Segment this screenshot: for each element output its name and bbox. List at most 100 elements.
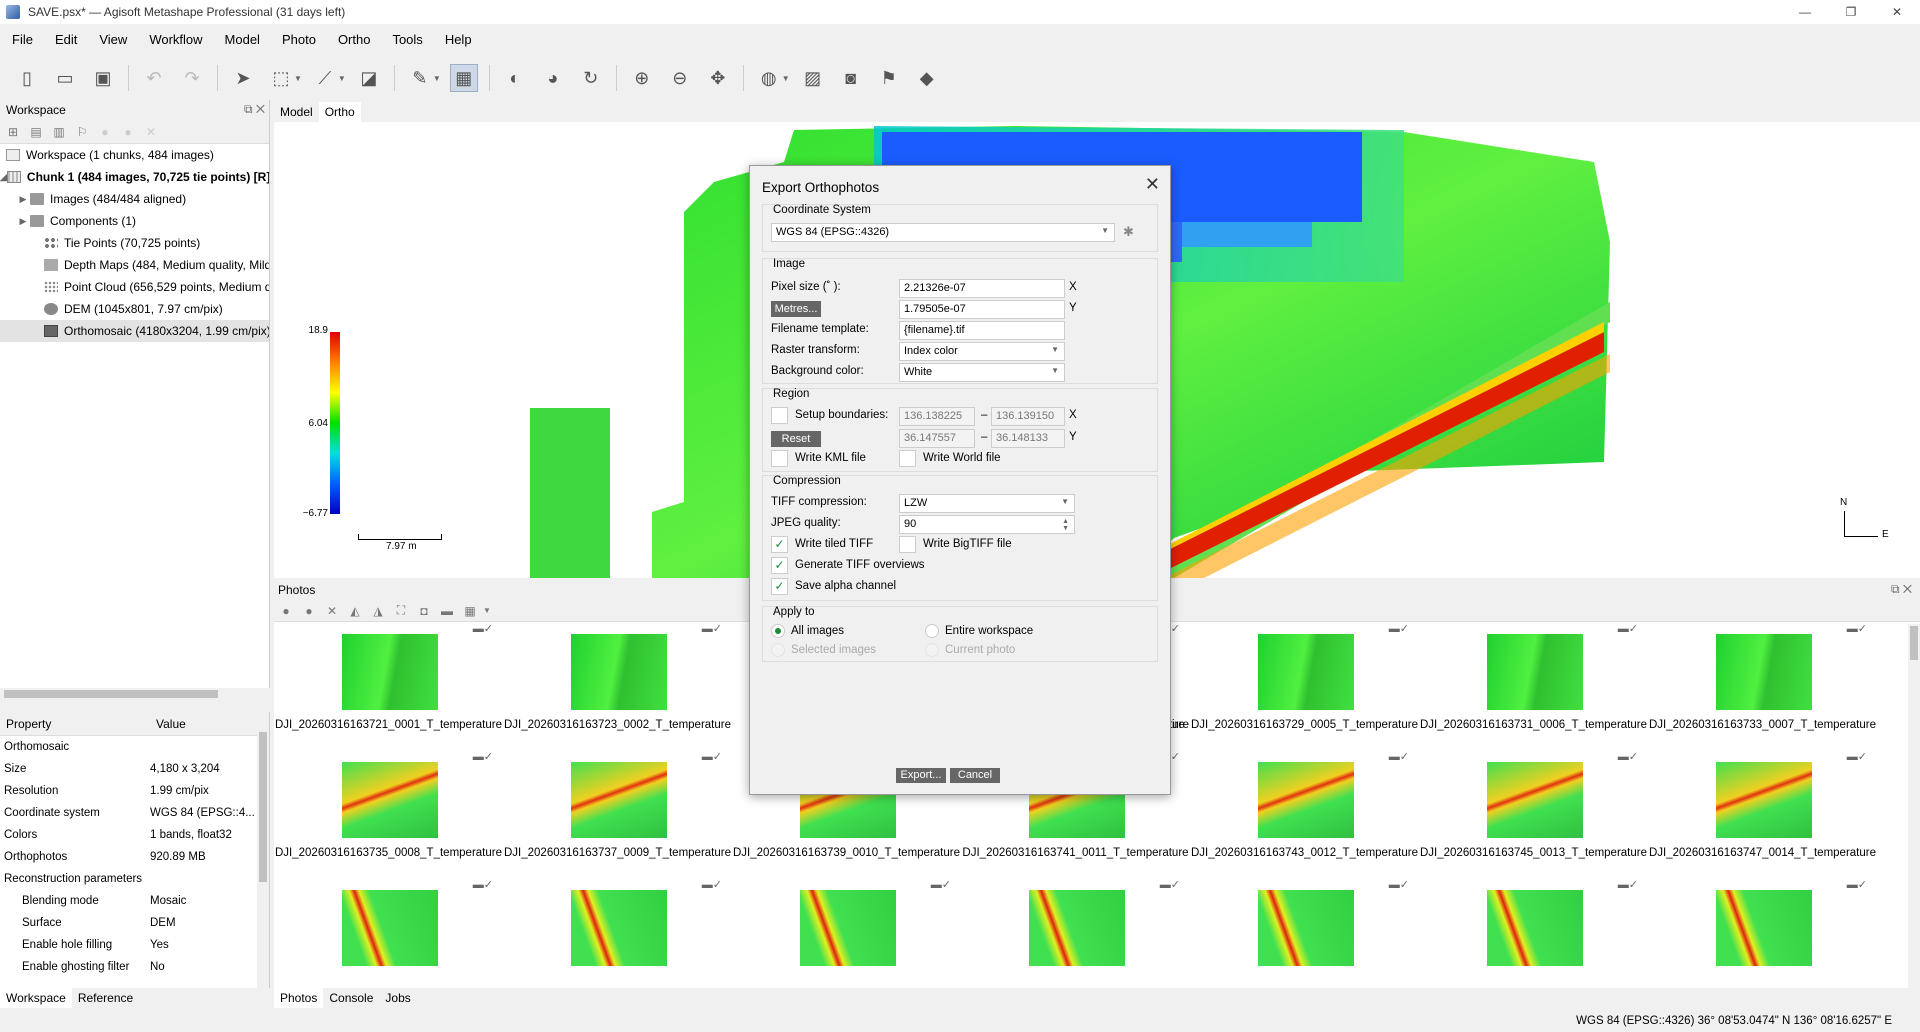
disable-icon[interactable]: ●	[119, 123, 137, 141]
scroll-thumb[interactable]	[259, 732, 267, 882]
menu-workflow[interactable]: Workflow	[149, 32, 202, 47]
photo-thumbnail[interactable]: ▬✓ DJI_20260316163737_0009_T_temperature	[503, 751, 732, 880]
boundary-y-min-input[interactable]: 36.147557	[899, 429, 975, 448]
property-row[interactable]: Orthomosaic	[0, 736, 269, 758]
remove-icon[interactable]: ✕	[142, 123, 160, 141]
panel-controls[interactable]: ⧉ ✕	[1891, 582, 1912, 597]
background-color-select[interactable]: White ▼	[899, 363, 1065, 382]
tree-item-images[interactable]: ▶ Images (484/484 aligned)	[0, 188, 269, 210]
image-quality-icon[interactable]: ▬	[439, 603, 455, 619]
export-button[interactable]: Export...	[896, 768, 946, 783]
menu-model[interactable]: Model	[225, 32, 260, 47]
redo-icon[interactable]: ↷	[178, 64, 206, 92]
photo-thumbnail[interactable]: ▬✓ DJI_20260316163723_0002_T_temperature	[503, 624, 732, 752]
enable-icon[interactable]: ●	[96, 123, 114, 141]
photo-thumbnail[interactable]: ▬✓ DJI_20260316163731_0006_T_temperature	[1419, 624, 1648, 752]
chevron-down-icon[interactable]: ▼	[338, 74, 346, 83]
expand-icon[interactable]: ▶	[16, 194, 30, 205]
new-icon[interactable]: ▯	[13, 64, 41, 92]
close-button[interactable]: ✕	[1874, 0, 1920, 24]
photo-thumbnail[interactable]: ▬✓ DJI_20260316163729_0005_T_temperature	[1190, 624, 1419, 752]
tree-item-point-cloud[interactable]: Point Cloud (656,529 points, Medium q	[0, 276, 269, 298]
chevron-down-icon[interactable]: ▼	[433, 74, 441, 83]
ruler-icon[interactable]: ⟋	[311, 64, 339, 92]
property-row[interactable]: Orthophotos 920.89 MB	[0, 846, 269, 868]
chevron-down-icon[interactable]: ▼	[294, 74, 302, 83]
write-world-checkbox[interactable]	[899, 450, 916, 467]
boundary-y-max-input[interactable]: 36.148133	[991, 429, 1065, 448]
boundary-x-min-input[interactable]: 136.138225	[899, 407, 975, 426]
property-row[interactable]: Size 4,180 x 3,204	[0, 758, 269, 780]
filename-template-input[interactable]: {filename}.tif	[899, 321, 1065, 340]
photos-scrollbar[interactable]	[1908, 624, 1920, 988]
contrast-icon[interactable]: ◐	[501, 64, 529, 92]
enable-icon[interactable]: ●	[278, 603, 294, 619]
property-row[interactable]: Colors 1 bands, float32	[0, 824, 269, 846]
menu-help[interactable]: Help	[445, 32, 472, 47]
add-folder-icon[interactable]: ▥	[50, 123, 68, 141]
minimize-button[interactable]: —	[1782, 0, 1828, 24]
save-icon[interactable]: ▣	[89, 64, 117, 92]
property-row[interactable]: Enable hole filling Yes	[0, 934, 269, 956]
property-row[interactable]: Coordinate system WGS 84 (EPSG::4...	[0, 802, 269, 824]
all-images-radio[interactable]	[771, 624, 785, 638]
cancel-button[interactable]: Cancel	[950, 768, 1000, 783]
menu-view[interactable]: View	[99, 32, 127, 47]
photo-thumbnail[interactable]: ▬✓	[732, 879, 961, 988]
flag-icon[interactable]: ⚑	[875, 64, 903, 92]
show-orthomosaic-icon[interactable]: ▦	[449, 64, 478, 92]
coordinate-system-select[interactable]: WGS 84 (EPSG::4326) ▼	[771, 223, 1115, 242]
dialog-close-button[interactable]: ✕	[1145, 174, 1160, 195]
photo-thumbnail[interactable]: ▬✓	[961, 879, 1190, 988]
menu-tools[interactable]: Tools	[392, 32, 422, 47]
photo-thumbnail[interactable]: ▬✓ DJI_20260316163747_0014_T_temperature	[1648, 751, 1877, 880]
setup-boundaries-checkbox[interactable]	[771, 407, 788, 424]
generate-overviews-checkbox[interactable]: ✓	[771, 557, 788, 574]
jpeg-quality-spinbox[interactable]: 90 ▲ ▼	[899, 515, 1075, 534]
globe-icon[interactable]: ◍	[755, 64, 783, 92]
open-icon[interactable]: ▭	[51, 64, 79, 92]
tree-item-dem[interactable]: DEM (1045x801, 7.97 cm/pix)	[0, 298, 269, 320]
remove-icon[interactable]: ✕	[324, 603, 340, 619]
spin-arrows-icon[interactable]: ▲ ▼	[1062, 518, 1069, 532]
reset-filter-icon[interactable]: ⛶	[393, 603, 409, 619]
zoom-out-icon[interactable]: ⊖	[666, 64, 694, 92]
settings-icon[interactable]: ✱	[1123, 224, 1134, 240]
tab-jobs[interactable]: Jobs	[379, 988, 416, 1008]
reset-button[interactable]: Reset	[771, 431, 821, 447]
save-alpha-checkbox[interactable]: ✓	[771, 578, 788, 595]
undo-icon[interactable]: ↶	[140, 64, 168, 92]
refresh-icon[interactable]: ↻	[577, 64, 605, 92]
draw-polygon-icon[interactable]: ✎	[406, 64, 434, 92]
photo-thumbnail[interactable]: ▬✓ DJI_20260316163721_0001_T_temperature	[274, 624, 503, 752]
chevron-down-icon[interactable]: ▼	[782, 74, 790, 83]
photo-thumbnail[interactable]: ▬✓	[503, 879, 732, 988]
menu-photo[interactable]: Photo	[282, 32, 316, 47]
property-row[interactable]: Surface DEM	[0, 912, 269, 934]
raster-transform-select[interactable]: Index color ▼	[899, 342, 1065, 361]
scroll-thumb[interactable]	[1910, 626, 1918, 660]
pixel-size-x-input[interactable]: 2.21326e-07	[899, 279, 1065, 298]
photo-thumbnail[interactable]: ▬✓ DJI_20260316163735_0008_T_temperature	[274, 751, 503, 880]
entire-workspace-radio[interactable]	[925, 624, 939, 638]
chevron-down-icon[interactable]: ▼	[479, 603, 495, 619]
write-kml-checkbox[interactable]	[771, 450, 788, 467]
write-tiled-tiff-checkbox[interactable]: ✓	[771, 536, 788, 553]
camera-icon[interactable]: ◙	[837, 64, 865, 92]
menu-edit[interactable]: Edit	[55, 32, 77, 47]
image-icon[interactable]: ▨	[799, 64, 827, 92]
add-chunk-icon[interactable]: ⊞	[4, 123, 22, 141]
maximize-button[interactable]: ❐	[1828, 0, 1874, 24]
write-bigtiff-checkbox[interactable]	[899, 536, 916, 553]
collapse-icon[interactable]: ◢	[0, 172, 7, 183]
disable-icon[interactable]: ●	[301, 603, 317, 619]
photo-thumbnail[interactable]: ▬✓	[1648, 879, 1877, 988]
tree-item-orthomosaic[interactable]: Orthomosaic (4180x3204, 1.99 cm/pix)	[0, 320, 269, 342]
photo-thumbnail[interactable]: ▬✓	[1190, 879, 1419, 988]
tree-item-tie-points[interactable]: Tie Points (70,725 points)	[0, 232, 269, 254]
tab-workspace[interactable]: Workspace	[0, 988, 72, 1008]
properties-scrollbar[interactable]	[257, 712, 269, 988]
reset-view-icon[interactable]: ✥	[704, 64, 732, 92]
tab-model[interactable]: Model	[274, 102, 319, 122]
property-row[interactable]: Resolution 1.99 cm/pix	[0, 780, 269, 802]
